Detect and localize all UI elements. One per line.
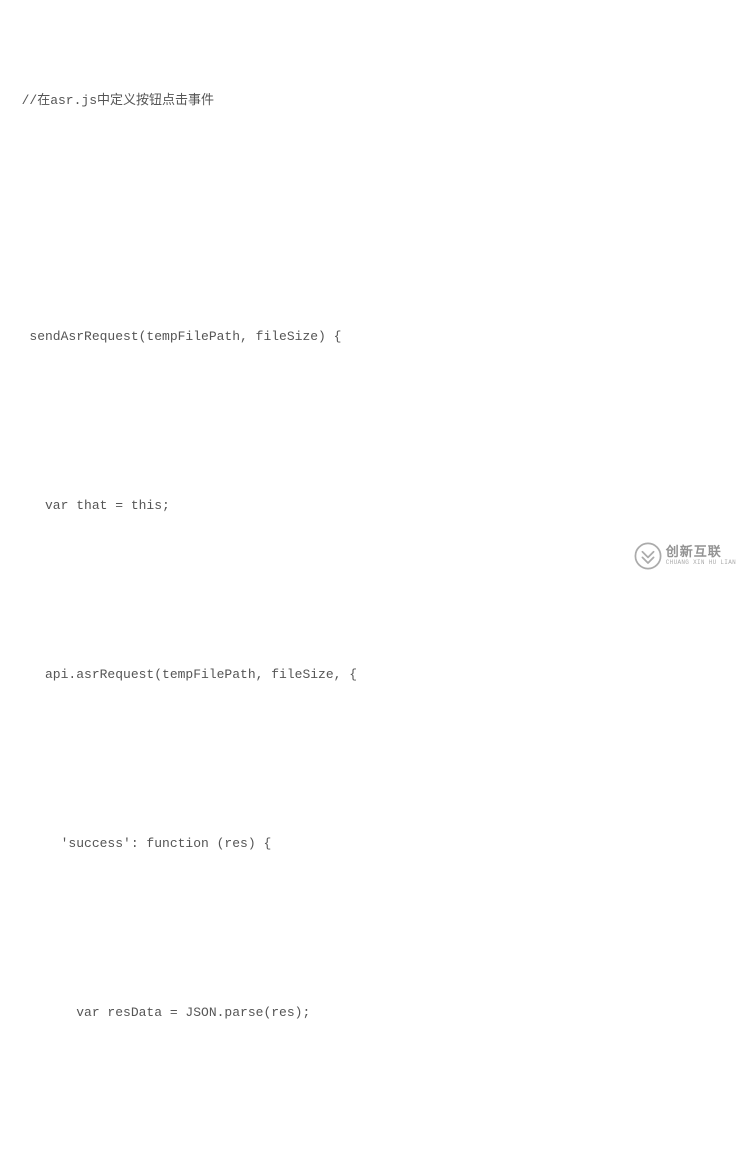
watermark-cn: 创新互联 xyxy=(666,546,736,560)
code-line: 'success': function (res) { xyxy=(6,827,736,861)
logo-icon xyxy=(634,542,662,570)
watermark-text: 创新互联 CHUANG XIN HU LIAN xyxy=(666,546,736,567)
watermark-en: CHUANG XIN HU LIAN xyxy=(666,560,736,567)
code-line: api.asrRequest(tempFilePath, fileSize, { xyxy=(6,658,736,692)
code-line: sendAsrRequest(tempFilePath, fileSize) { xyxy=(6,320,736,354)
code-block: //在asr.js中定义按钮点击事件 sendAsrRequest(tempFi… xyxy=(6,16,736,1152)
code-line: var resData = JSON.parse(res); xyxy=(6,996,736,1030)
code-line: var that = this; xyxy=(6,489,736,523)
watermark: 创新互联 CHUANG XIN HU LIAN xyxy=(634,542,736,570)
code-line: //在asr.js中定义按钮点击事件 xyxy=(6,84,736,118)
